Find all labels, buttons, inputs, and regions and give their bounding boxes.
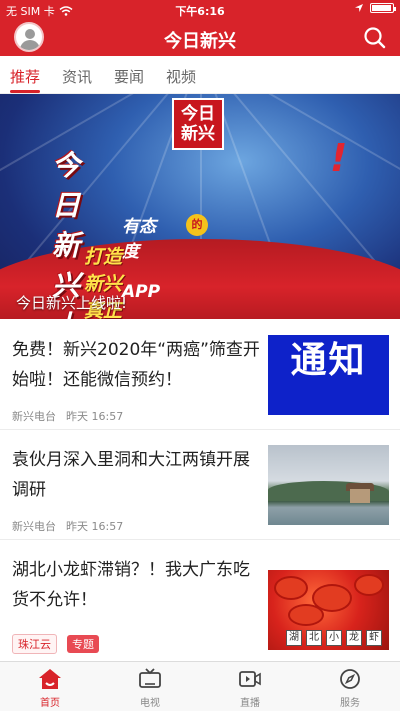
tabbar-service[interactable]: 服务 <box>320 668 380 709</box>
news-title: 湖北小龙虾滞销？！我大广东吃货不允许！ <box>12 560 250 610</box>
status-bar-right <box>354 3 396 13</box>
tab-video[interactable]: 视频 <box>166 66 196 87</box>
source-tag: 珠江云 <box>12 634 57 654</box>
search-icon[interactable] <box>362 25 388 51</box>
status-time: 下午6:16 <box>175 5 225 18</box>
bottom-tab-bar: 首页 电视 直播 服务 <box>0 661 400 711</box>
tab-headlines[interactable]: 要闻 <box>114 66 144 87</box>
topic-tag: 专题 <box>67 635 99 653</box>
category-tabs: 推荐 资讯 要闻 视频 <box>0 56 400 94</box>
news-time: 昨天 16:57 <box>66 520 124 533</box>
battery-icon <box>370 3 396 13</box>
status-bar: 无 SIM 卡 下午6:16 <box>0 0 400 20</box>
active-tab-indicator <box>10 90 40 93</box>
thumbnail-caption-strip: 湖 北 小 龙 虾 <box>286 630 382 646</box>
banner-slogan-1: 有态度APP <box>122 217 161 302</box>
news-item[interactable]: 湖北小龙虾滞销？！我大广东吃货不允许！ 珠江云 专题 湖 北 小 龙 虾 <box>0 540 400 661</box>
tabbar-live[interactable]: 直播 <box>220 668 280 709</box>
tabbar-label: 服务 <box>340 698 360 709</box>
banner-logo: 今日 新兴 <box>172 98 224 150</box>
tabbar-label: 直播 <box>240 698 260 709</box>
banner-de-badge: 的 <box>186 214 208 236</box>
news-meta: 新兴电台 昨天 16:57 <box>12 518 123 534</box>
news-thumbnail: 湖 北 小 龙 虾 <box>268 570 389 650</box>
news-meta: 新兴电台 昨天 16:57 <box>12 408 123 424</box>
news-title: 免费！新兴2020年“两癌”筛查开始啦！还能微信预约！ <box>12 340 260 390</box>
news-thumbnail: 通知 <box>268 335 389 415</box>
location-arrow-icon <box>355 4 363 12</box>
compass-icon <box>340 669 360 689</box>
tab-news[interactable]: 资讯 <box>62 66 92 87</box>
news-source: 新兴电台 <box>12 410 56 423</box>
featured-banner[interactable]: 今日 新兴 今日新兴上线啦 ! 有态度APP 的 打造新兴真正的融媒APP 今日… <box>0 94 400 319</box>
top-nav-bar: 今日新兴 <box>0 20 400 56</box>
banner-caption: 今日新兴上线啦! <box>16 294 128 312</box>
news-item[interactable]: 袁伙月深入里洞和大江两镇开展调研 新兴电台 昨天 16:57 <box>0 430 400 540</box>
news-title: 袁伙月深入里洞和大江两镇开展调研 <box>12 450 250 500</box>
banner-headline-mark: ! <box>330 136 348 180</box>
notice-text: 通知 <box>290 340 367 381</box>
news-time: 昨天 16:57 <box>66 410 124 423</box>
news-item[interactable]: 免费！新兴2020年“两癌”筛查开始啦！还能微信预约！ 新兴电台 昨天 16:5… <box>0 320 400 430</box>
tabbar-label: 首页 <box>40 698 60 709</box>
tv-icon <box>139 668 161 688</box>
tabbar-tv[interactable]: 电视 <box>120 668 180 709</box>
app-title: 今日新兴 <box>164 31 236 52</box>
news-thumbnail <box>268 445 389 525</box>
news-meta: 珠江云 专题 <box>12 634 99 654</box>
tabbar-label: 电视 <box>140 698 160 709</box>
tabbar-home[interactable]: 首页 <box>20 668 80 709</box>
news-source: 新兴电台 <box>12 520 56 533</box>
tab-recommend[interactable]: 推荐 <box>10 66 40 87</box>
live-icon <box>239 671 261 687</box>
home-icon <box>39 669 61 689</box>
